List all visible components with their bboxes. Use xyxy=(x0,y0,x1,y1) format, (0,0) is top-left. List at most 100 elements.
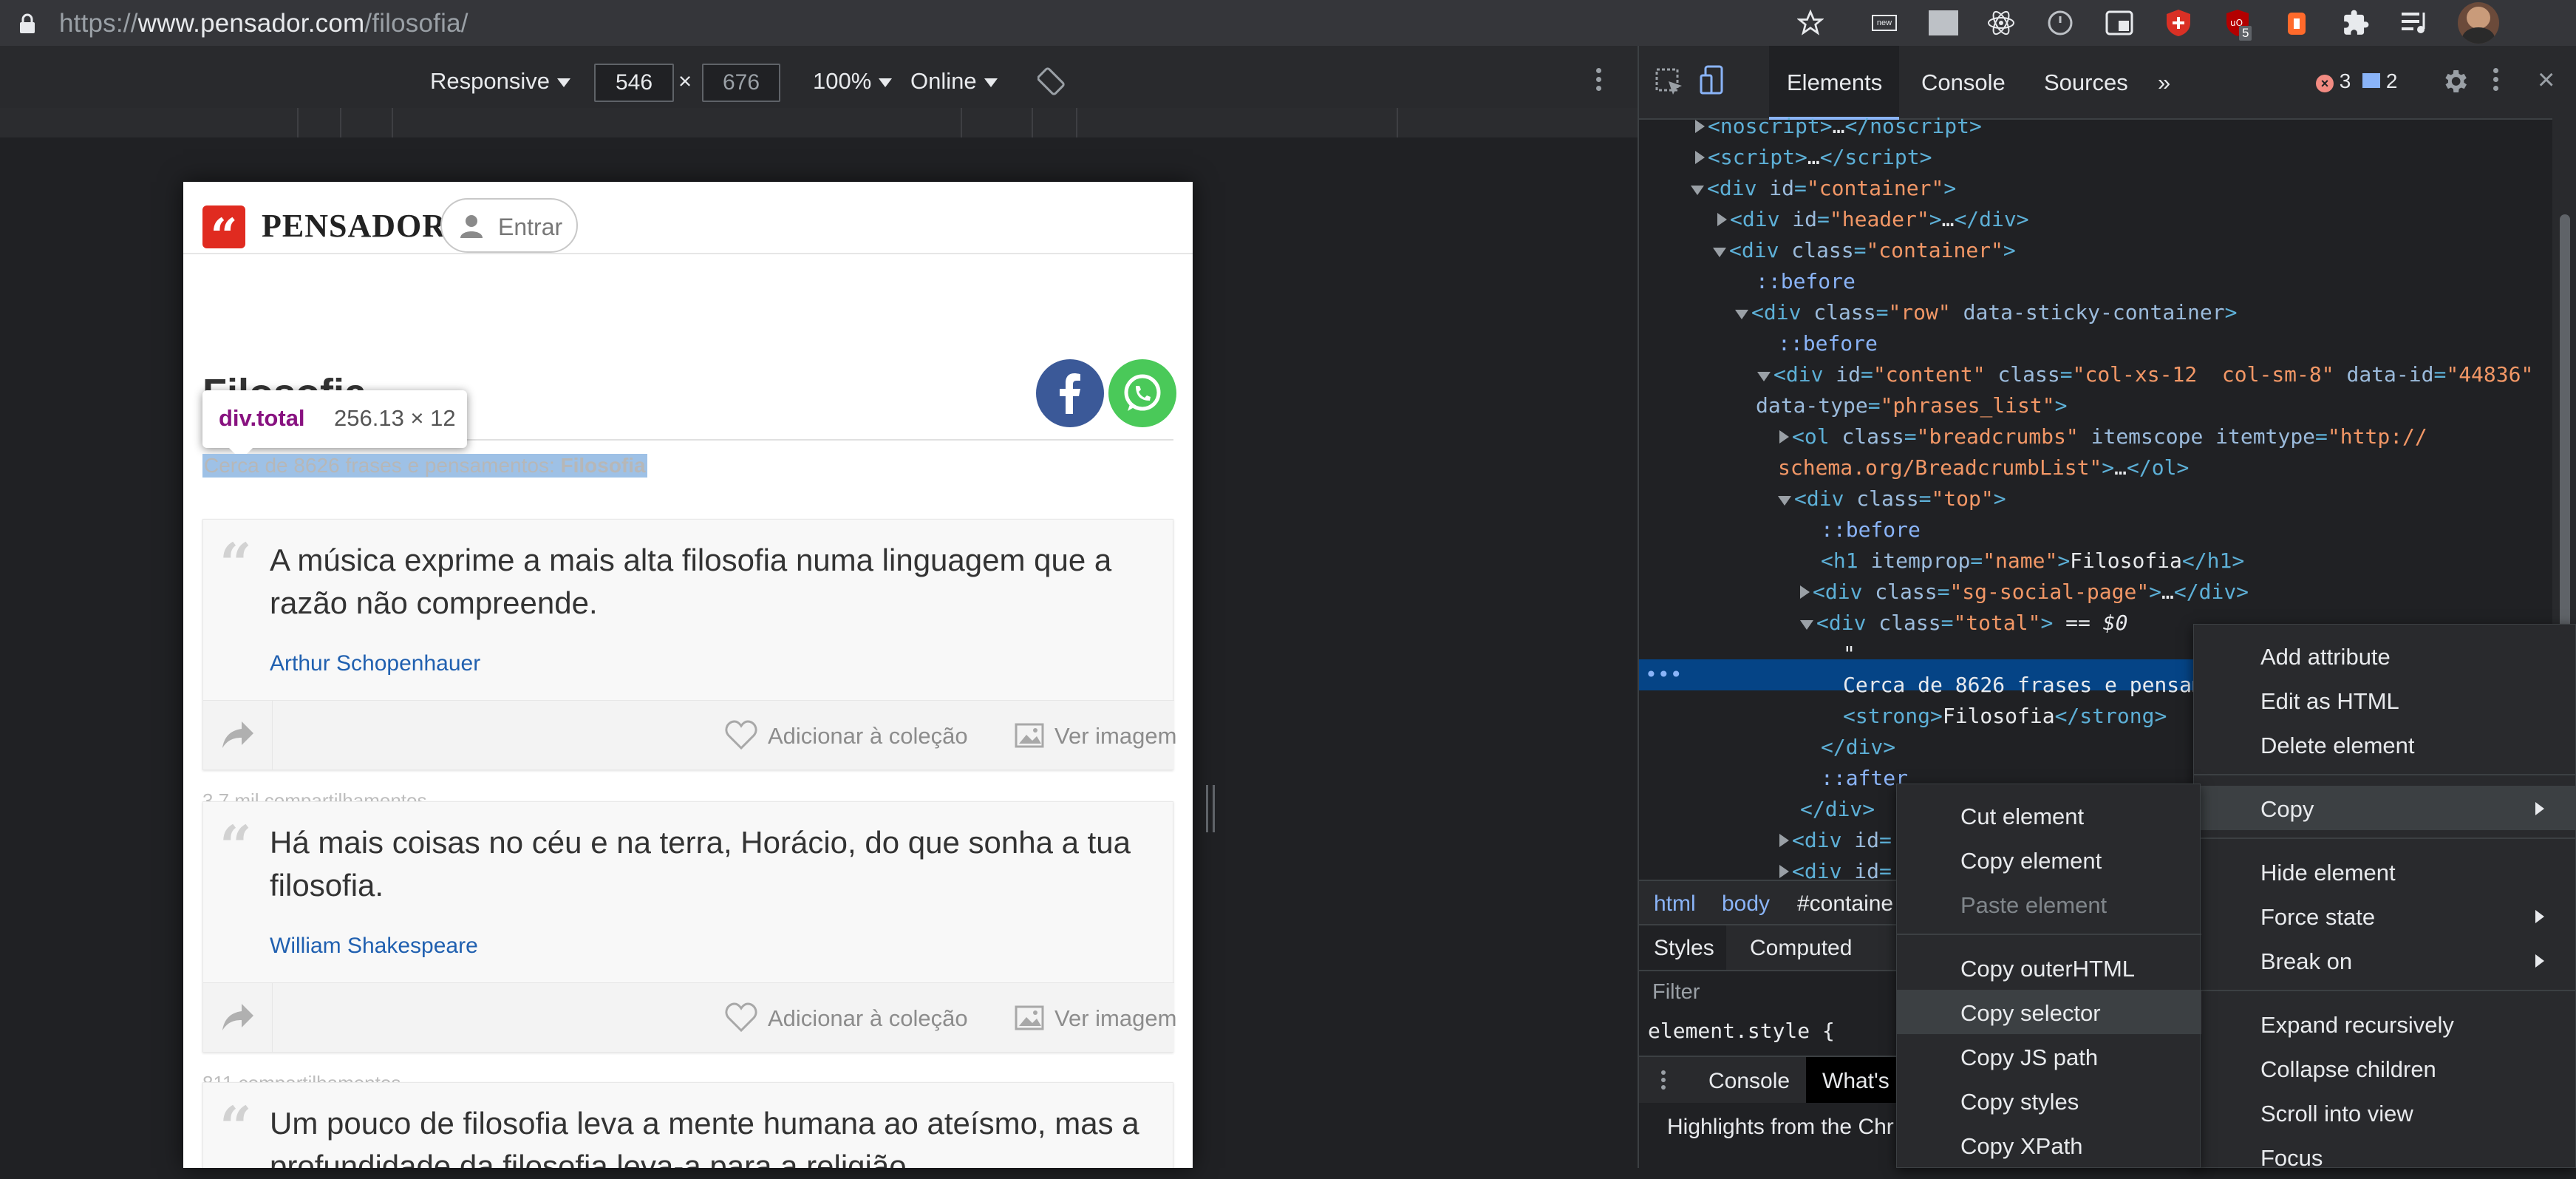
quote-logo-icon[interactable]: “ xyxy=(202,205,245,264)
settings-gear-icon[interactable] xyxy=(2440,67,2470,100)
shield-icon[interactable] xyxy=(2162,7,2195,39)
tab-console[interactable]: Console xyxy=(1921,69,2006,96)
crumb-body[interactable]: body xyxy=(1722,891,1770,917)
device-toolbar-toggle-icon[interactable] xyxy=(1700,65,1732,101)
quote-card: “ Há mais coisas no céu e na terra, Horá… xyxy=(202,801,1176,1053)
tree-node[interactable]: <h1 itemprop="name">Filosofia</h1> xyxy=(1821,546,2244,577)
tree-node[interactable]: <ol class="breadcrumbs" itemscope itemty… xyxy=(1779,421,2427,452)
video-speed-icon[interactable] xyxy=(1927,7,1960,39)
tree-node[interactable]: ::before xyxy=(1821,514,1921,546)
tree-node[interactable]: ::before xyxy=(1756,266,1856,297)
tab-computed[interactable]: Computed xyxy=(1750,936,1852,961)
tree-node[interactable]: ::after xyxy=(1821,763,1908,794)
rotate-icon[interactable] xyxy=(1037,67,1067,100)
menu-hide-element[interactable]: Hide element xyxy=(2194,849,2576,894)
inspect-element-icon[interactable] xyxy=(1655,68,1685,101)
more-options-icon[interactable] xyxy=(1596,68,1604,91)
tree-node[interactable]: <div class="row" data-sticky-container> xyxy=(1735,297,2237,328)
height-input[interactable]: 676 xyxy=(702,64,780,102)
profile-avatar[interactable] xyxy=(2458,2,2499,44)
menu-separator xyxy=(2194,837,2576,839)
quote-author-link[interactable]: William Shakespeare xyxy=(270,934,478,959)
menu-collapse-children[interactable]: Collapse children xyxy=(2194,1046,2576,1090)
tree-node[interactable]: <div id= xyxy=(1779,856,1892,880)
tree-node[interactable]: <div id="content" class="col-xs-12 col-s… xyxy=(1757,359,2533,390)
menu-copy[interactable]: Copy xyxy=(2194,786,2576,830)
tree-node[interactable]: <div class="sg-social-page">…</div> xyxy=(1800,577,2249,608)
chevron-down-icon xyxy=(556,78,570,87)
heart-icon xyxy=(725,1002,757,1032)
tree-node[interactable]: </div> xyxy=(1821,732,1895,763)
menu-copy-js-path[interactable]: Copy JS path xyxy=(1897,1034,2201,1078)
tree-node[interactable]: <div class="total"> == $0 xyxy=(1800,608,2127,639)
tab-more[interactable]: » xyxy=(2158,69,2170,96)
tree-node[interactable]: ::before xyxy=(1778,328,1878,359)
tab-manager-icon[interactable] xyxy=(2103,7,2136,39)
tree-node[interactable]: data-type="phrases_list"> xyxy=(1756,390,2067,421)
tree-node[interactable]: <script>…</script> xyxy=(1695,142,1932,173)
facebook-share-icon[interactable] xyxy=(1036,359,1104,427)
tree-node[interactable]: <div id= xyxy=(1779,825,1892,856)
share-button[interactable] xyxy=(203,983,273,1053)
error-counter[interactable]: × 3 2 xyxy=(2316,69,2398,93)
tree-node[interactable]: <div id="container"> xyxy=(1691,173,1956,204)
drawer-menu-icon[interactable] xyxy=(1661,1070,1667,1090)
menu-delete-element[interactable]: Delete element xyxy=(2194,722,2576,767)
drawer-tab-whats-new[interactable]: What's xyxy=(1822,1069,1890,1094)
device-mode-select[interactable]: Responsive xyxy=(430,68,570,95)
menu-copy-outerhtml[interactable]: Copy outerHTML xyxy=(1897,945,2201,990)
address-bar[interactable]: https://www.pensador.com/filosofia/ xyxy=(59,9,468,38)
menu-scroll-into-view[interactable]: Scroll into view xyxy=(2194,1090,2576,1135)
quote-author-link[interactable]: Arthur Schopenhauer xyxy=(270,651,480,676)
flame-icon[interactable] xyxy=(2280,7,2313,39)
network-throttle-select[interactable]: Online xyxy=(910,68,998,95)
tree-node[interactable]: <div id="header">…</div> xyxy=(1717,204,2029,235)
scrollbar-thumb[interactable] xyxy=(2560,214,2570,673)
news-extension-icon[interactable]: new xyxy=(1868,7,1901,39)
bookmark-star-icon[interactable] xyxy=(1794,7,1827,39)
menu-focus[interactable]: Focus xyxy=(2194,1135,2576,1179)
react-devtools-icon[interactable] xyxy=(1985,7,2017,39)
tab-styles[interactable]: Styles xyxy=(1654,936,1714,961)
tree-node[interactable]: <strong>Filosofia</strong> xyxy=(1843,701,2167,732)
menu-force-state[interactable]: Force state xyxy=(2194,894,2576,938)
menu-add-attribute[interactable]: Add attribute xyxy=(2194,633,2576,678)
menu-copy-element[interactable]: Copy element xyxy=(1897,837,2201,882)
tab-sources[interactable]: Sources xyxy=(2044,69,2128,96)
menu-copy-selector[interactable]: Copy selector xyxy=(1897,990,2201,1034)
zoom-select[interactable]: 100% xyxy=(813,68,893,95)
close-icon[interactable]: × xyxy=(2538,64,2555,97)
menu-copy-styles[interactable]: Copy styles xyxy=(1897,1078,2201,1123)
login-button[interactable]: Entrar xyxy=(440,198,578,253)
playlist-icon[interactable] xyxy=(2399,7,2431,39)
node-ellipsis[interactable]: ••• xyxy=(1645,659,1683,690)
menu-edit-as-html[interactable]: Edit as HTML xyxy=(2194,678,2576,722)
tab-elements[interactable]: Elements xyxy=(1787,69,1882,96)
devtools-more-icon[interactable] xyxy=(2493,68,2501,91)
ublock-icon[interactable]: uO 5 xyxy=(2221,7,2254,41)
width-input[interactable]: 546 xyxy=(594,64,674,102)
drawer-tab-console[interactable]: Console xyxy=(1708,1069,1790,1094)
menu-expand-recursively[interactable]: Expand recursively xyxy=(2194,1002,2576,1046)
stopwatch-icon[interactable] xyxy=(2044,7,2076,39)
tree-node[interactable]: schema.org/BreadcrumbList">…</ol> xyxy=(1778,452,2189,483)
crumb-html[interactable]: html xyxy=(1654,891,1696,917)
menu-break-on[interactable]: Break on xyxy=(2194,938,2576,982)
puzzle-icon[interactable] xyxy=(2340,7,2372,39)
tooltip-class-name: .total xyxy=(250,405,305,431)
tree-node[interactable]: <noscript>…</noscript> xyxy=(1695,111,1982,142)
viewport-resize-handle[interactable] xyxy=(1206,785,1215,832)
crumb-container[interactable]: #containe xyxy=(1797,891,1893,917)
share-button[interactable] xyxy=(203,701,273,770)
whatsapp-share-icon[interactable] xyxy=(1108,359,1176,427)
menu-copy-xpath[interactable]: Copy XPath xyxy=(1897,1123,2201,1167)
tree-node[interactable]: <div class="container"> xyxy=(1713,235,2016,266)
emulated-page: “ PENSADOR Entrar Filosofia div.total 25… xyxy=(183,182,1193,1168)
menu-cut-element[interactable]: Cut element xyxy=(1897,793,2201,837)
tree-node: " xyxy=(1843,642,1856,666)
url-path: /filosofia/ xyxy=(364,9,468,38)
media-query-bar[interactable] xyxy=(0,108,1638,137)
tree-node[interactable]: <div class="top"> xyxy=(1778,483,2006,514)
site-logo-text[interactable]: PENSADOR xyxy=(262,207,446,245)
tree-node[interactable]: </div> xyxy=(1800,794,1875,825)
